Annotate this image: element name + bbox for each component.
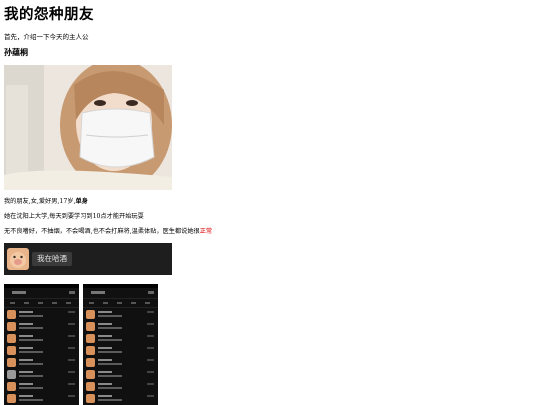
chat-row [83, 344, 158, 356]
chat-row [83, 320, 158, 332]
chat-row [83, 332, 158, 344]
chat-row [4, 356, 79, 368]
page-title: 我的怨种朋友 [4, 6, 94, 23]
friend-selfie-icon [4, 65, 172, 190]
bio-line-3: 无不良嗜好，不抽烟，不会喝酒,也不会打麻将,温柔体贴，医生都说她很正常 [4, 228, 212, 236]
chat-row [83, 392, 158, 404]
chat-tabs [4, 299, 79, 308]
intro-text: 首先，介绍一下今天的主人公 [4, 33, 89, 41]
bio-normal-highlight: 正常 [199, 228, 213, 235]
chat-row [4, 344, 79, 356]
chat-row [83, 356, 158, 368]
chat-row [83, 368, 158, 380]
chat-nav-bar [4, 288, 79, 299]
friend-photo [4, 65, 172, 190]
person-name-heading: 孙蕴桐 [4, 47, 28, 57]
chat-row [4, 368, 79, 380]
bio-single-status: 单身 [75, 198, 88, 205]
bio-line-1: 我的朋友,女,爱好男,17岁,单身 [4, 198, 88, 206]
chat-row [4, 308, 79, 320]
chat-row [4, 332, 79, 344]
chat-tabs [83, 299, 158, 308]
chat-row [83, 380, 158, 392]
chat-row [4, 320, 79, 332]
chat-row [83, 308, 158, 320]
bio-line-1-text: 我的朋友,女,爱好男,17岁, [4, 198, 76, 205]
chat-nav-bar [83, 288, 158, 299]
sticker-caption: 我在哈酒 [32, 252, 72, 266]
chat-screenshot-left [4, 284, 79, 405]
sticker-banner: 我在哈酒 [4, 243, 172, 275]
chat-row [4, 392, 79, 404]
chat-row [4, 380, 79, 392]
chat-screenshot-right [83, 284, 158, 405]
pig-face-sticker-icon [7, 248, 29, 270]
bio-line-2: 她在沈阳上大学,每天到要学习到10点才能开始玩耍 [4, 213, 144, 220]
bio-line-3-text: 无不良嗜好，不抽烟，不会喝酒,也不会打麻将,温柔体贴，医生都说她很 [4, 228, 200, 235]
article: 我的怨种朋友 首先，介绍一下今天的主人公 孙蕴桐 我的朋友,女,爱好男,17岁,… [4, 6, 534, 405]
